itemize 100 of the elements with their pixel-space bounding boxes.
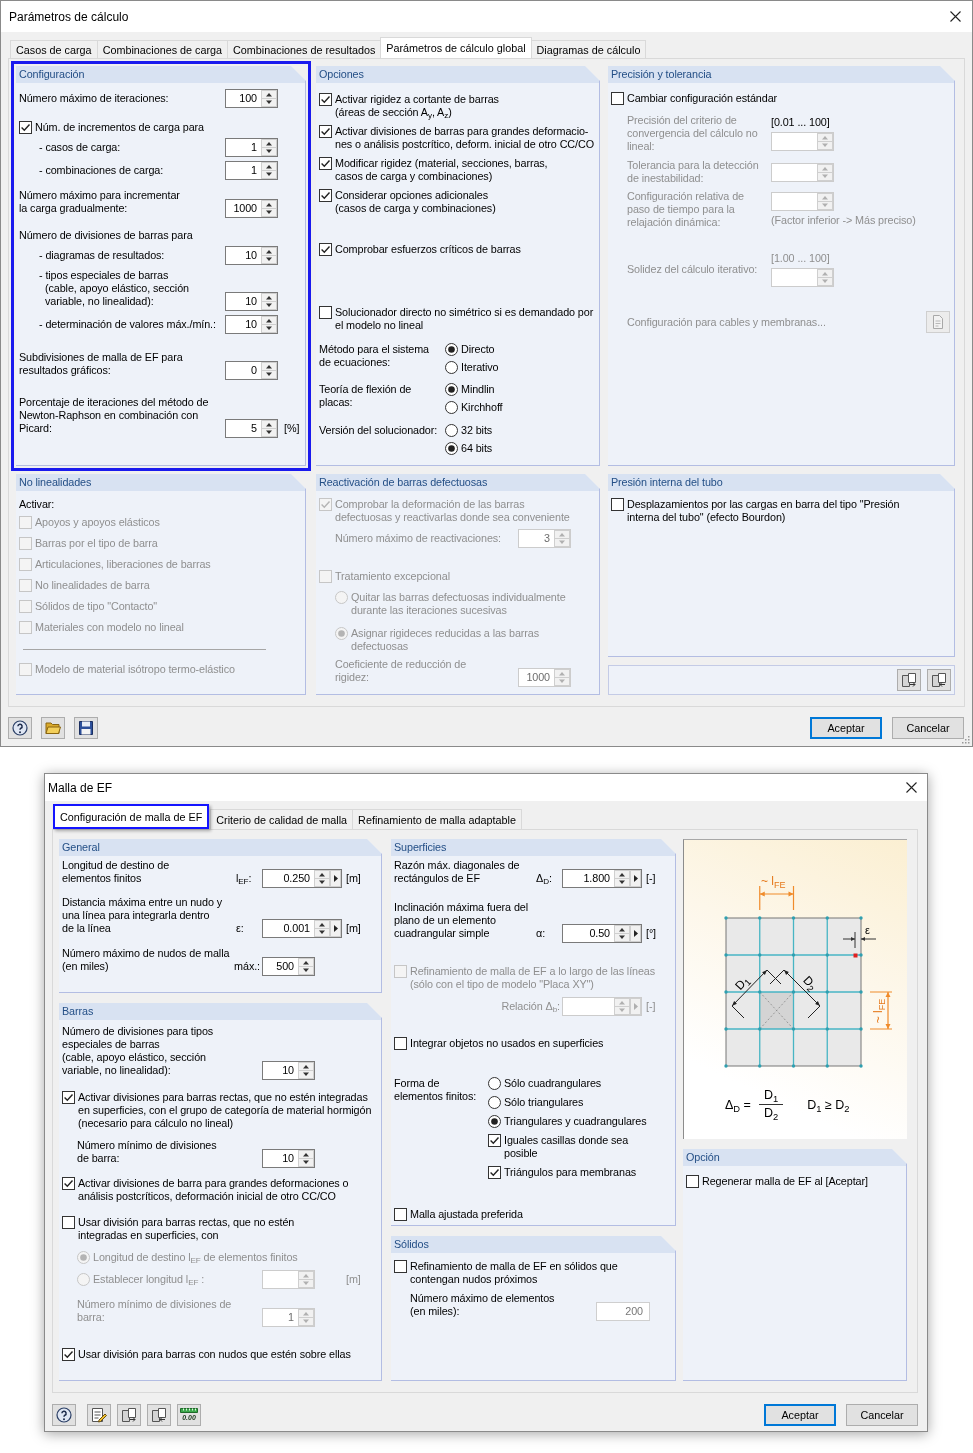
spinner-arrows-icon[interactable] [261, 162, 277, 179]
spinner-arrows-icon[interactable] [261, 316, 277, 333]
checkbox[interactable] [488, 1166, 501, 1179]
toolbar-button[interactable] [87, 1404, 111, 1426]
checkbox[interactable] [62, 1348, 75, 1361]
dialog-button[interactable]: Cancelar [846, 1404, 918, 1426]
tab[interactable]: Casos de carga [10, 40, 98, 58]
radio-button[interactable] [445, 343, 458, 356]
checkbox[interactable] [319, 157, 332, 170]
dialog-button[interactable]: Cancelar [892, 717, 964, 739]
dialog-button[interactable]: Aceptar [810, 717, 882, 739]
arrow-right-icon[interactable] [330, 870, 341, 887]
spinner-arrows-icon[interactable] [261, 420, 277, 437]
spinner-arrows-icon[interactable] [261, 139, 277, 156]
spinner-arrows-icon[interactable] [261, 200, 277, 217]
checkbox[interactable] [611, 92, 624, 105]
input-field[interactable]: 1 [225, 161, 278, 180]
tab[interactable]: Combinaciones de carga [96, 40, 229, 58]
checkbox[interactable] [319, 93, 332, 106]
radio-button[interactable] [488, 1096, 501, 1109]
arrow-right-icon[interactable] [630, 870, 641, 887]
checkbox[interactable] [319, 125, 332, 138]
symbol-label: máx.: [234, 960, 261, 974]
close-icon[interactable] [906, 782, 917, 793]
input-field[interactable] [262, 1270, 315, 1289]
panel-title: Barras [59, 1003, 381, 1020]
tab[interactable]: Configuración de malla de EF [53, 804, 210, 829]
radio-button[interactable] [445, 401, 458, 414]
checkbox[interactable] [62, 1091, 75, 1104]
checkbox[interactable] [19, 121, 32, 134]
checkbox[interactable] [62, 1177, 75, 1190]
checkbox[interactable] [394, 1037, 407, 1050]
spinner-arrows-icon[interactable] [298, 1150, 314, 1167]
checkbox[interactable] [488, 1134, 501, 1147]
input-field[interactable]: 0.001 [262, 919, 342, 938]
radio-button[interactable] [445, 383, 458, 396]
spinner-arrows-icon[interactable] [261, 293, 277, 310]
spinner-arrows-icon[interactable] [298, 1062, 314, 1079]
option-label: Malla ajustada preferida [410, 1208, 523, 1221]
spinner-arrows-icon[interactable] [314, 870, 330, 887]
input-field[interactable]: 10 [225, 246, 278, 265]
toolbar-button[interactable] [117, 1404, 141, 1426]
checkbox[interactable] [611, 498, 624, 511]
input-field[interactable]: 1 [225, 138, 278, 157]
arrow-right-icon[interactable] [630, 925, 641, 942]
resize-grip-icon[interactable] [960, 734, 970, 744]
dialog-button[interactable]: Aceptar [764, 1404, 836, 1426]
input-field[interactable]: 500 [262, 957, 315, 976]
tab[interactable]: Parámetros de cálculo global [380, 37, 532, 58]
checkbox[interactable] [62, 1216, 75, 1229]
checkbox[interactable] [319, 189, 332, 202]
spinner-arrows-icon[interactable] [261, 90, 277, 107]
input-field[interactable]: 10 [225, 315, 278, 334]
toolbar-button[interactable] [147, 1404, 171, 1426]
input-field[interactable]: 200 [596, 1302, 650, 1321]
input-field[interactable]: 1.800 [562, 869, 642, 888]
input-field[interactable]: 10 [262, 1061, 315, 1080]
input-field[interactable]: 10 [225, 292, 278, 311]
radio-button[interactable] [445, 424, 458, 437]
input-field[interactable]: 0 [225, 361, 278, 380]
field-label: Número máximo de iteraciones: [19, 92, 170, 106]
input-field[interactable]: 100 [225, 89, 278, 108]
field-label: Configuración para cables y membranas... [627, 315, 826, 329]
radio-button[interactable] [488, 1077, 501, 1090]
option-label: Asignar rigideces reducidas a las barras defectuosas [351, 627, 540, 653]
toolbar-button[interactable] [74, 717, 98, 739]
spinner-arrows-icon[interactable] [261, 362, 277, 379]
spinner-arrows-icon[interactable] [298, 958, 314, 975]
radio-button[interactable] [445, 442, 458, 455]
field-label: Forma de elementos finitos: [394, 1077, 478, 1103]
radio-button[interactable] [445, 361, 458, 374]
radio-button[interactable] [488, 1115, 501, 1128]
arrow-right-icon[interactable] [330, 920, 341, 937]
close-icon[interactable] [950, 11, 961, 22]
tab[interactable]: Diagramas de cálculo [530, 40, 647, 58]
input-field[interactable]: 10 [262, 1149, 315, 1168]
spinner-arrows-icon[interactable] [314, 920, 330, 937]
checkbox[interactable] [319, 243, 332, 256]
tab[interactable]: Refinamiento de malla adaptable [352, 809, 522, 829]
checkbox[interactable] [319, 306, 332, 319]
field-label: Tolerancia para la detección de inestabilidad: [627, 159, 760, 185]
spinner-arrows-icon[interactable] [614, 925, 630, 942]
toolbar-button[interactable] [8, 717, 32, 739]
section-label: Número de divisiones de barras para [19, 229, 194, 242]
checkbox[interactable] [686, 1175, 699, 1188]
field-label: Inclinación máxima fuera del plano de un elemento cuadrangular simple [394, 901, 530, 941]
spinner-arrows-icon[interactable] [261, 247, 277, 264]
toolbar-button[interactable] [927, 669, 951, 691]
spinner-arrows-icon[interactable] [614, 870, 630, 887]
input-field[interactable]: 1000 [225, 199, 278, 218]
input-field[interactable]: 0.250 [262, 869, 342, 888]
input-field[interactable]: 5 [225, 419, 278, 438]
field-label: Razón máx. diagonales de rectángulos de EF [394, 859, 521, 886]
input-field[interactable]: 0.50 [562, 924, 642, 943]
toolbar-button[interactable] [52, 1404, 76, 1426]
toolbar-button[interactable] [897, 669, 921, 691]
option-label: Barras por el tipo de barra [35, 537, 158, 550]
tab[interactable]: Criterio de calidad de malla [210, 809, 354, 829]
checkbox[interactable] [394, 1260, 407, 1273]
checkbox[interactable] [394, 1208, 407, 1221]
